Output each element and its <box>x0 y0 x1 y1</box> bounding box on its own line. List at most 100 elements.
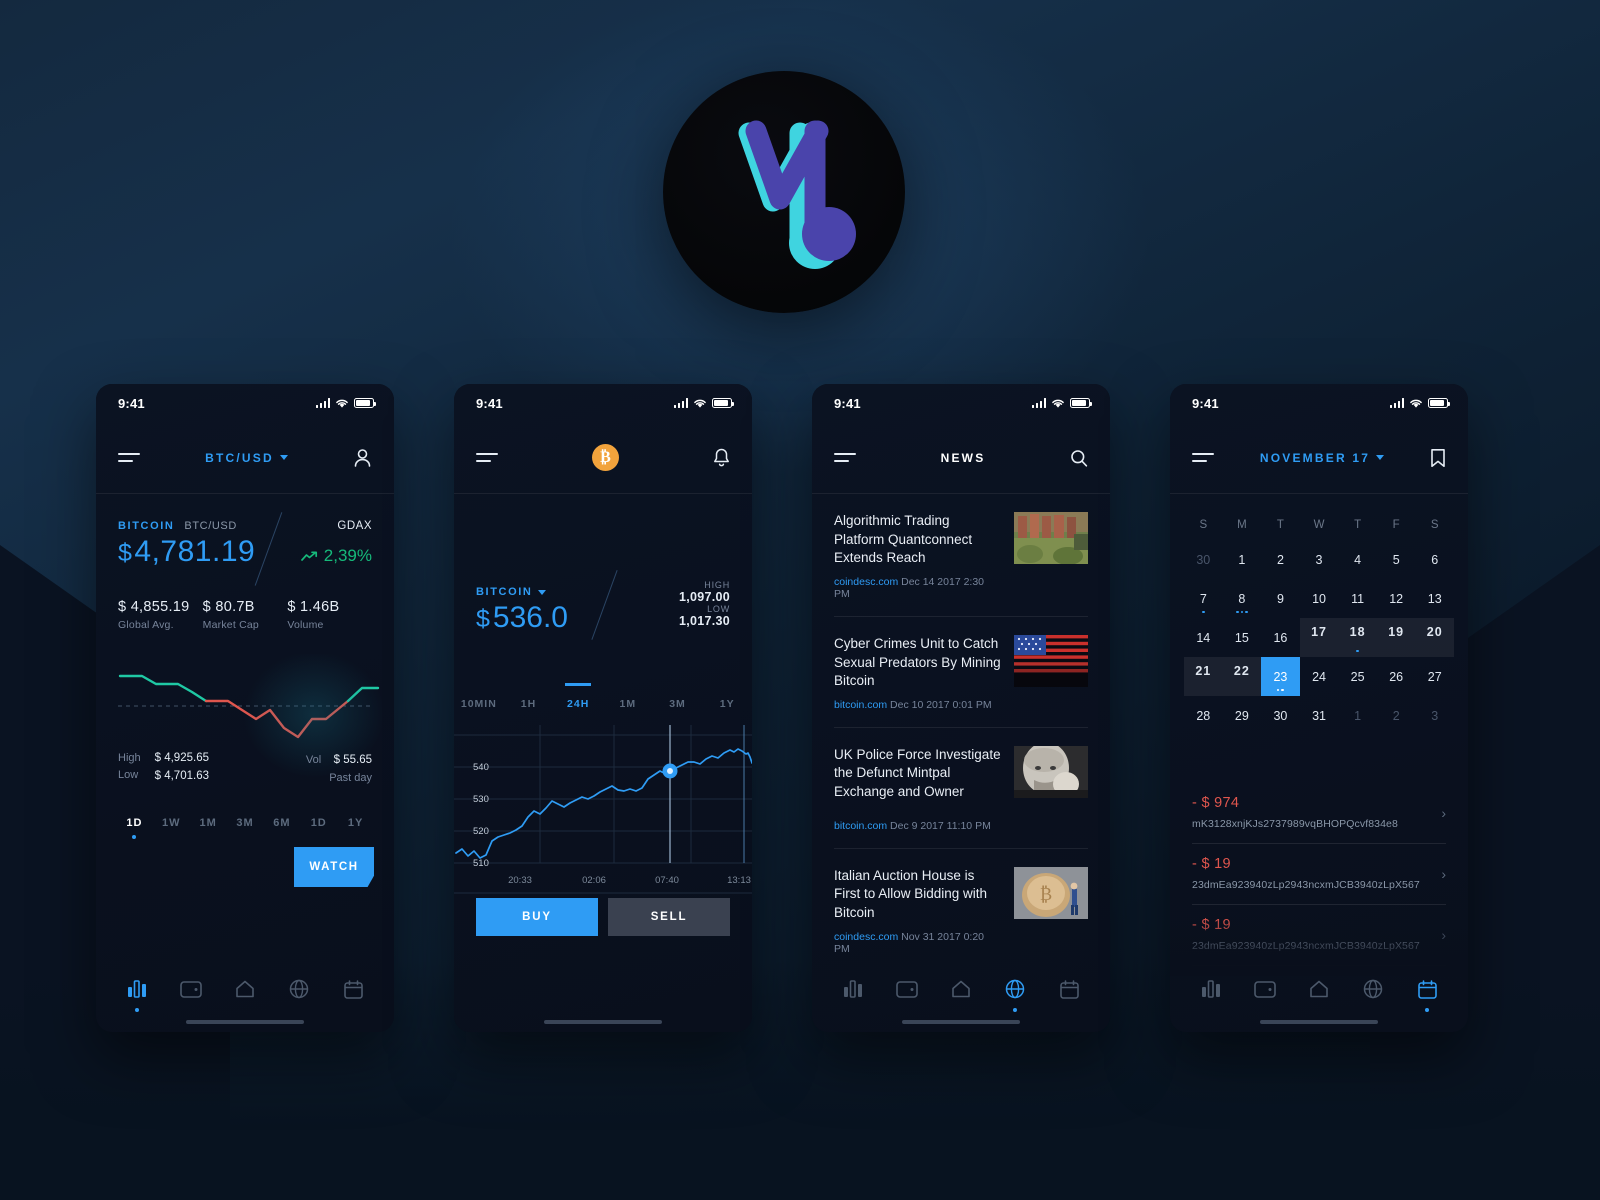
tab-chart[interactable] <box>1194 972 1228 1006</box>
calendar-day[interactable]: 17 <box>1299 618 1339 657</box>
news-text: Cyber Crimes Unit to Catch Sexual Predat… <box>834 635 1002 711</box>
list-item[interactable]: Algorithmic Trading Platform Quantconnec… <box>834 494 1088 617</box>
calendar-day[interactable]: 3 <box>1415 696 1454 735</box>
price-chart[interactable]: High Low $ 4,925.65 $ 4,701.63 Vol $ 55.… <box>96 654 394 802</box>
buy-button[interactable]: BUY <box>476 898 598 936</box>
news-list[interactable]: Algorithmic Trading Platform Quantconnec… <box>812 494 1110 968</box>
calendar-day[interactable]: 28 <box>1184 696 1223 735</box>
user-icon[interactable] <box>353 448 372 468</box>
news-source[interactable]: coindesc.com <box>834 576 898 588</box>
tab-wallet[interactable] <box>174 972 208 1006</box>
calendar-day[interactable]: 8 <box>1223 579 1262 618</box>
calendar-day[interactable]: 30 <box>1261 696 1300 735</box>
page-title: NEWS <box>940 450 986 465</box>
tab-globe[interactable] <box>282 972 316 1006</box>
tab-calendar[interactable] <box>336 972 370 1006</box>
range-3m[interactable]: 3M <box>227 817 264 841</box>
list-item[interactable]: - $ 19 23dmEa923940zLp2943ncxmJCB3940zLp… <box>1192 905 1446 966</box>
tab-calendar[interactable] <box>1410 972 1444 1006</box>
calendar-day[interactable]: 3 <box>1300 540 1339 579</box>
hamburger-icon[interactable] <box>834 453 856 462</box>
calendar-day[interactable]: 12 <box>1377 579 1416 618</box>
chevron-right-icon[interactable]: › <box>1441 927 1446 943</box>
tab-home[interactable] <box>1302 972 1336 1006</box>
tab-chart[interactable] <box>120 972 154 1006</box>
phone-screen-news: 9:41 NEWS Algorithmic Trading Platform Q… <box>812 384 1110 1032</box>
calendar-day[interactable]: 18 <box>1338 618 1377 657</box>
calendar-day[interactable]: 2 <box>1377 696 1416 735</box>
tab-calendar[interactable] <box>1052 972 1086 1006</box>
sell-button[interactable]: SELL <box>608 898 730 936</box>
list-item[interactable]: Italian Auction House is First to Allow … <box>834 849 1088 968</box>
calendar-day[interactable]: 1 <box>1223 540 1262 579</box>
range-24h[interactable]: 24H <box>553 684 603 724</box>
tab-globe[interactable] <box>998 972 1032 1006</box>
calendar-day-selected[interactable]: 23 <box>1261 657 1300 696</box>
range-6m[interactable]: 6M <box>263 817 300 841</box>
hamburger-icon[interactable] <box>1192 453 1214 462</box>
range-1d-alt[interactable]: 1D <box>300 817 337 841</box>
calendar-day[interactable]: 15 <box>1223 618 1262 657</box>
watch-button[interactable]: WATCH <box>294 847 374 887</box>
range-1y[interactable]: 1Y <box>702 684 752 724</box>
hamburger-icon[interactable] <box>118 453 140 462</box>
month-selector[interactable]: NOVEMBER 17 <box>1260 451 1385 465</box>
stat-market-cap: $ 80.7B Market Cap <box>203 599 288 631</box>
calendar-day[interactable]: 1 <box>1338 696 1377 735</box>
tab-wallet[interactable] <box>1248 972 1282 1006</box>
calendar-day[interactable]: 29 <box>1223 696 1262 735</box>
search-icon[interactable] <box>1070 449 1088 467</box>
tab-globe[interactable] <box>1356 972 1390 1006</box>
high-value: 1,097.00 <box>678 590 730 604</box>
news-source[interactable]: coindesc.com <box>834 931 898 943</box>
tab-home[interactable] <box>228 972 262 1006</box>
detail-chart[interactable]: 540 530 520 510 20:33 02:06 07:40 13:13 <box>454 725 752 905</box>
bookmark-icon[interactable] <box>1430 448 1446 468</box>
calendar-day[interactable]: 19 <box>1376 618 1416 657</box>
calendar-day[interactable]: 10 <box>1300 579 1339 618</box>
range-1m[interactable]: 1M <box>190 817 227 841</box>
list-item[interactable]: Cyber Crimes Unit to Catch Sexual Predat… <box>834 617 1088 728</box>
range-1h[interactable]: 1H <box>504 684 554 724</box>
calendar-day[interactable]: 24 <box>1300 657 1339 696</box>
tab-home[interactable] <box>944 972 978 1006</box>
range-1m[interactable]: 1M <box>603 684 653 724</box>
calendar-day[interactable]: 21 <box>1184 657 1223 696</box>
news-source[interactable]: bitcoin.com <box>834 699 887 711</box>
range-1d[interactable]: 1D <box>116 817 153 841</box>
hamburger-icon[interactable] <box>476 453 498 462</box>
range-1y[interactable]: 1Y <box>337 817 374 841</box>
calendar-day[interactable]: 7 <box>1184 579 1223 618</box>
calendar-day[interactable]: 27 <box>1415 657 1454 696</box>
calendar-day[interactable]: 25 <box>1338 657 1377 696</box>
chevron-right-icon[interactable]: › <box>1441 805 1446 821</box>
calendar-day[interactable]: 26 <box>1377 657 1416 696</box>
transactions-list[interactable]: - $ 974 mK3128xnjKJs2737989vqBHOPQcvf834… <box>1170 783 1468 966</box>
bell-icon[interactable] <box>713 448 730 467</box>
calendar-day[interactable]: 30 <box>1184 540 1223 579</box>
tab-chart[interactable] <box>836 972 870 1006</box>
news-source[interactable]: bitcoin.com <box>834 820 887 832</box>
calendar-day[interactable]: 14 <box>1184 618 1223 657</box>
range-1w[interactable]: 1W <box>153 817 190 841</box>
calendar-day[interactable]: 4 <box>1338 540 1377 579</box>
pair-selector[interactable]: BTC/USD <box>205 451 288 465</box>
calendar-day[interactable]: 31 <box>1300 696 1339 735</box>
calendar-day[interactable]: 2 <box>1261 540 1300 579</box>
list-item[interactable]: UK Police Force Investigate the Defunct … <box>834 728 1088 849</box>
calendar-day[interactable]: 16 <box>1261 618 1300 657</box>
list-item[interactable]: - $ 19 23dmEa923940zLp2943ncxmJCB3940zLp… <box>1192 844 1446 905</box>
calendar-day[interactable]: 13 <box>1415 579 1454 618</box>
calendar-grid[interactable]: S M T W T F S 30 1 2 3 4 5 6 7 8 9 10 11… <box>1170 494 1468 735</box>
range-10min[interactable]: 10MIN <box>454 684 504 724</box>
calendar-day[interactable]: 20 <box>1415 618 1455 657</box>
tab-wallet[interactable] <box>890 972 924 1006</box>
range-3m[interactable]: 3M <box>653 684 703 724</box>
chevron-right-icon[interactable]: › <box>1441 866 1446 882</box>
calendar-day[interactable]: 5 <box>1377 540 1416 579</box>
calendar-day[interactable]: 6 <box>1415 540 1454 579</box>
list-item[interactable]: - $ 974 mK3128xnjKJs2737989vqBHOPQcvf834… <box>1192 783 1446 844</box>
calendar-day[interactable]: 22 <box>1222 657 1262 696</box>
calendar-day[interactable]: 11 <box>1338 579 1377 618</box>
calendar-day[interactable]: 9 <box>1261 579 1300 618</box>
